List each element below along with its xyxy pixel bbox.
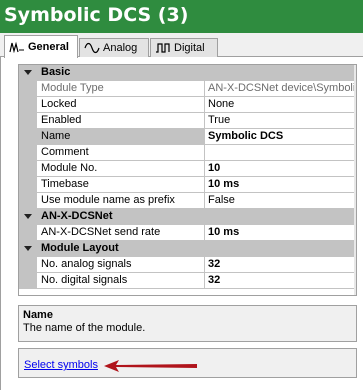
property-name: Enabled [37,113,205,129]
tab-general[interactable]: General [4,35,78,58]
grid-scrollbar[interactable] [354,65,356,295]
property-value[interactable]: 10 [205,161,356,177]
tab-analog-label: Analog [103,42,138,54]
property-value[interactable]: False [205,193,356,209]
collapse-icon[interactable] [24,246,32,251]
property-name: Module Type [37,81,205,97]
property-row-timebase[interactable]: Timebase 10 ms [19,177,356,193]
description-heading: Name [23,309,53,321]
tab-strip: General Analog Digital [0,33,363,58]
property-row-enabled[interactable]: Enabled True [19,113,356,129]
title-bar: Symbolic DCS (3) [0,0,363,33]
property-row-name[interactable]: Name Symbolic DCS [19,129,356,145]
property-name: No. digital signals [37,273,205,289]
property-name: Use module name as prefix [37,193,205,209]
window-title: Symbolic DCS (3) [4,4,189,26]
property-row-locked[interactable]: Locked None [19,97,356,113]
property-value[interactable] [205,145,356,161]
property-value[interactable]: None [205,97,356,113]
property-name: AN-X-DCSNet send rate [37,225,205,241]
description-pane: Name The name of the module. [18,305,357,342]
category-basic[interactable]: Basic [19,65,356,81]
property-row-use-prefix[interactable]: Use module name as prefix False [19,193,356,209]
property-name: Locked [37,97,205,113]
tab-digital[interactable]: Digital [150,38,218,57]
property-grid: Basic Module Type AN-X-DCSNet device\Sym… [18,64,357,296]
property-row-analog-signals[interactable]: No. analog signals 32 [19,257,356,273]
property-row-comment[interactable]: Comment [19,145,356,161]
property-value[interactable]: 32 [205,273,356,289]
property-value[interactable]: 10 ms [205,177,356,193]
tab-analog[interactable]: Analog [79,38,149,57]
category-label: Module Layout [41,242,119,254]
annotation-arrow-icon [104,360,197,372]
tab-general-label: General [28,41,69,53]
property-row-digital-signals[interactable]: No. digital signals 32 [19,273,356,289]
property-value[interactable]: True [205,113,356,129]
category-label: Basic [41,66,71,78]
collapse-icon[interactable] [24,214,32,219]
description-text: The name of the module. [23,322,146,334]
property-name: Name [37,129,205,145]
property-value[interactable]: 10 ms [205,225,356,241]
tab-digital-label: Digital [174,42,205,54]
category-label: AN-X-DCSNet [41,210,113,222]
category-module-layout[interactable]: Module Layout [19,241,356,257]
property-row-module-no[interactable]: Module No. 10 [19,161,356,177]
property-value[interactable]: 32 [205,257,356,273]
select-symbols-link[interactable]: Select symbols [24,359,98,371]
category-anx-dcsnet[interactable]: AN-X-DCSNet [19,209,356,225]
property-value[interactable]: Symbolic DCS [205,129,356,145]
property-value[interactable]: AN-X-DCSNet device\Symbolic DCS [205,81,356,97]
analog-wave-icon [84,42,100,54]
property-name: Timebase [37,177,205,193]
property-name: Comment [37,145,205,161]
property-name: Module No. [37,161,205,177]
collapse-icon[interactable] [24,70,32,75]
waveform-general-icon [9,41,24,53]
property-row-module-type[interactable]: Module Type AN-X-DCSNet device\Symbolic … [19,81,356,97]
property-row-send-rate[interactable]: AN-X-DCSNet send rate 10 ms [19,225,356,241]
property-name: No. analog signals [37,257,205,273]
digital-pulse-icon [156,43,170,53]
